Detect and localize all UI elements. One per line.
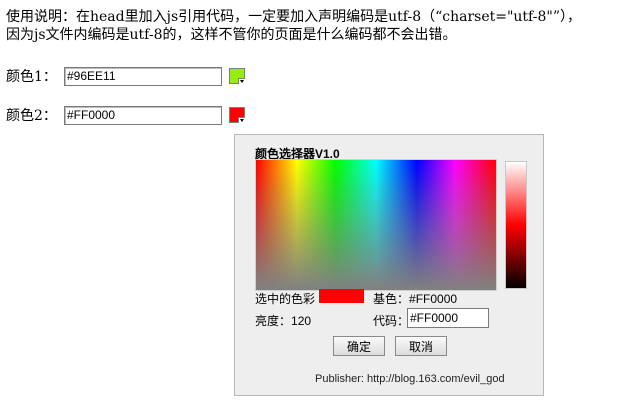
- chevron-down-icon: [238, 117, 245, 123]
- chevron-down-icon: [238, 78, 245, 84]
- instructions-line-1: 使用说明：在head里加入js引用代码，一定要加入声明编码是utf-8（“cha…: [6, 9, 581, 25]
- brightness-value: 120: [291, 314, 312, 328]
- color-field-row-2: 颜色2：: [6, 104, 245, 126]
- color-field-label-2: 颜色2：: [6, 108, 57, 124]
- color-input-2[interactable]: [64, 105, 222, 125]
- instructions-line-2: 因为js文件内编码是utf-8的，这样不管你的页面是什么编码都不会出错。: [6, 27, 457, 43]
- ok-button[interactable]: 确定: [333, 336, 385, 356]
- base-color-value: #FF0000: [409, 292, 458, 306]
- brightness-label: 亮度：: [255, 314, 292, 328]
- base-color-readout: 基色：#FF0000: [373, 290, 457, 307]
- publisher-credit: Publisher: http://blog.163.com/evil_god: [315, 373, 505, 385]
- base-color-label: 基色：: [373, 292, 410, 306]
- selected-color-label: 选中的色彩: [255, 292, 316, 306]
- color-code-input[interactable]: [407, 308, 489, 328]
- cancel-button[interactable]: 取消: [395, 336, 447, 356]
- color-picker-button-2[interactable]: [229, 107, 245, 123]
- color-field-label-1: 颜色1：: [6, 69, 57, 85]
- brightness-readout: 亮度：120: [255, 312, 311, 329]
- selected-color-swatch: [319, 289, 364, 303]
- code-label: 代码：: [373, 314, 410, 328]
- instructions-text: 使用说明：在head里加入js引用代码，一定要加入声明编码是utf-8（“cha…: [6, 8, 618, 44]
- brightness-slider[interactable]: [505, 161, 527, 289]
- color-picker-panel: 颜色选择器V1.0 选中的色彩 基色：#FF0000 亮度：120 代码： 确定…: [234, 134, 544, 396]
- color-field-row-1: 颜色1：: [6, 65, 245, 87]
- color-picker-button-1[interactable]: [229, 68, 245, 84]
- color-input-1[interactable]: [64, 66, 222, 86]
- color-palette-grid[interactable]: [255, 159, 497, 291]
